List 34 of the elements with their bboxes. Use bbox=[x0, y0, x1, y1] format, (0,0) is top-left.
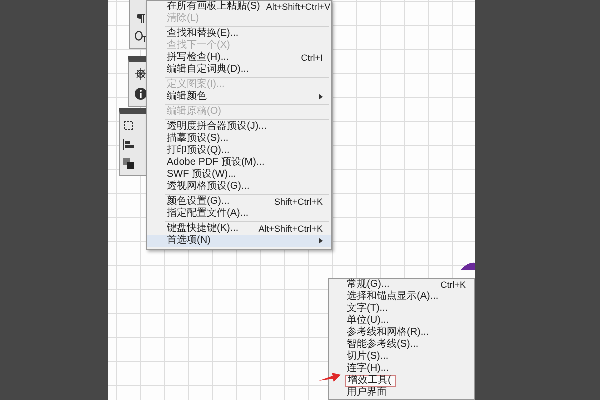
menu-item[interactable]: 键盘快捷键(K)... Alt+Shift+Ctrl+K bbox=[147, 223, 331, 235]
menu-item[interactable]: Adobe PDF 预设(M)... bbox=[147, 157, 331, 169]
menu-item[interactable]: 透视网格预设(G)... bbox=[147, 181, 331, 193]
menu-item[interactable]: 打印预设(Q)... bbox=[147, 145, 331, 157]
menu-item[interactable]: 常规(G)... Ctrl+K bbox=[329, 279, 474, 291]
pathfinder-icon bbox=[123, 158, 134, 169]
menu-item[interactable]: 指定配置文件(A)... bbox=[147, 208, 331, 220]
menu-item[interactable]: 透明度拼合器预设(J)... bbox=[147, 121, 331, 133]
arrow-icon bbox=[319, 371, 341, 383]
menu-item[interactable]: 编辑颜色 bbox=[147, 91, 331, 103]
menu-item[interactable]: 颜色设置(G)... Shift+Ctrl+K bbox=[147, 196, 331, 208]
menu-item[interactable]: 拼写检查(H)... Ctrl+I bbox=[147, 52, 331, 64]
menu-item[interactable]: 增效工具( bbox=[345, 375, 396, 387]
align-icon bbox=[123, 139, 134, 150]
menu-item[interactable]: 用户界面 bbox=[329, 387, 474, 399]
glyph-icon bbox=[135, 31, 147, 42]
menu-item[interactable]: 切片(S)... bbox=[329, 351, 474, 363]
info-icon bbox=[135, 88, 147, 100]
menu-item[interactable]: 单位(U)... bbox=[329, 315, 474, 327]
menu-item[interactable]: 在所有画板上粘贴(S) Alt+Shift+Ctrl+V bbox=[147, 1, 331, 13]
menu-item[interactable]: 编辑自定词典(D)... bbox=[147, 64, 331, 76]
menu-item[interactable]: 智能参考线(S)... bbox=[329, 339, 474, 351]
pilcrow-icon bbox=[137, 13, 145, 23]
menu-item[interactable]: 描摹预设(S)... bbox=[147, 133, 331, 145]
menu-item[interactable]: 连字(H)... bbox=[329, 363, 474, 375]
menu-item[interactable]: 查找和替换(E)... bbox=[147, 28, 331, 40]
menu-item[interactable]: SWF 预设(W)... bbox=[147, 169, 331, 181]
menu-item[interactable]: 首选项(N) bbox=[147, 235, 331, 247]
menu-item[interactable]: 选择和锚点显示(A)... bbox=[329, 291, 474, 303]
menu-item[interactable]: 文字(T)... bbox=[329, 303, 474, 315]
transform-icon bbox=[123, 120, 134, 131]
menu-item[interactable]: 参考线和网格(R)... bbox=[329, 327, 474, 339]
curved-shape-icon bbox=[461, 262, 475, 270]
compass-icon bbox=[135, 68, 147, 80]
